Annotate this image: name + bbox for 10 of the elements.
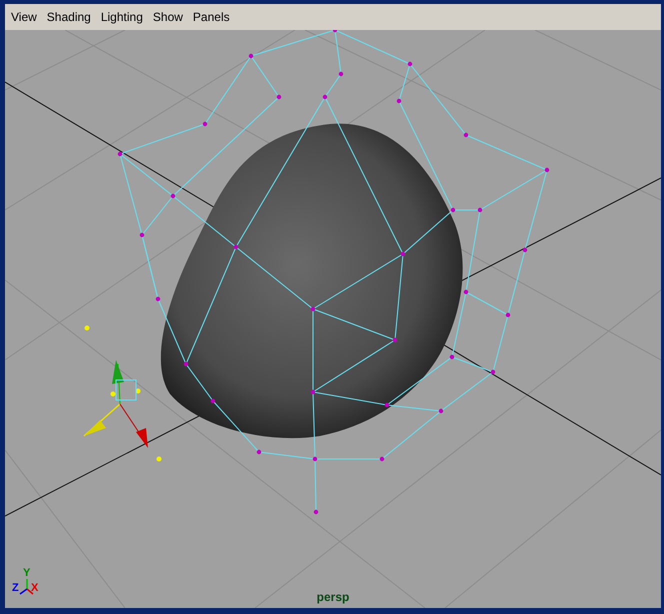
- axis-label: Y: [23, 568, 30, 579]
- viewport[interactable]: Y Z X persp: [5, 30, 661, 608]
- menu-item[interactable]: View: [11, 8, 37, 26]
- camera-label: persp: [316, 589, 350, 606]
- menu-item[interactable]: Shading: [46, 8, 91, 26]
- axis-label: X: [31, 583, 38, 594]
- menu-item[interactable]: Lighting: [100, 8, 143, 26]
- axis-label: Z: [12, 583, 19, 594]
- menu-item[interactable]: Show: [152, 8, 183, 26]
- menu-item[interactable]: Panels: [192, 8, 230, 26]
